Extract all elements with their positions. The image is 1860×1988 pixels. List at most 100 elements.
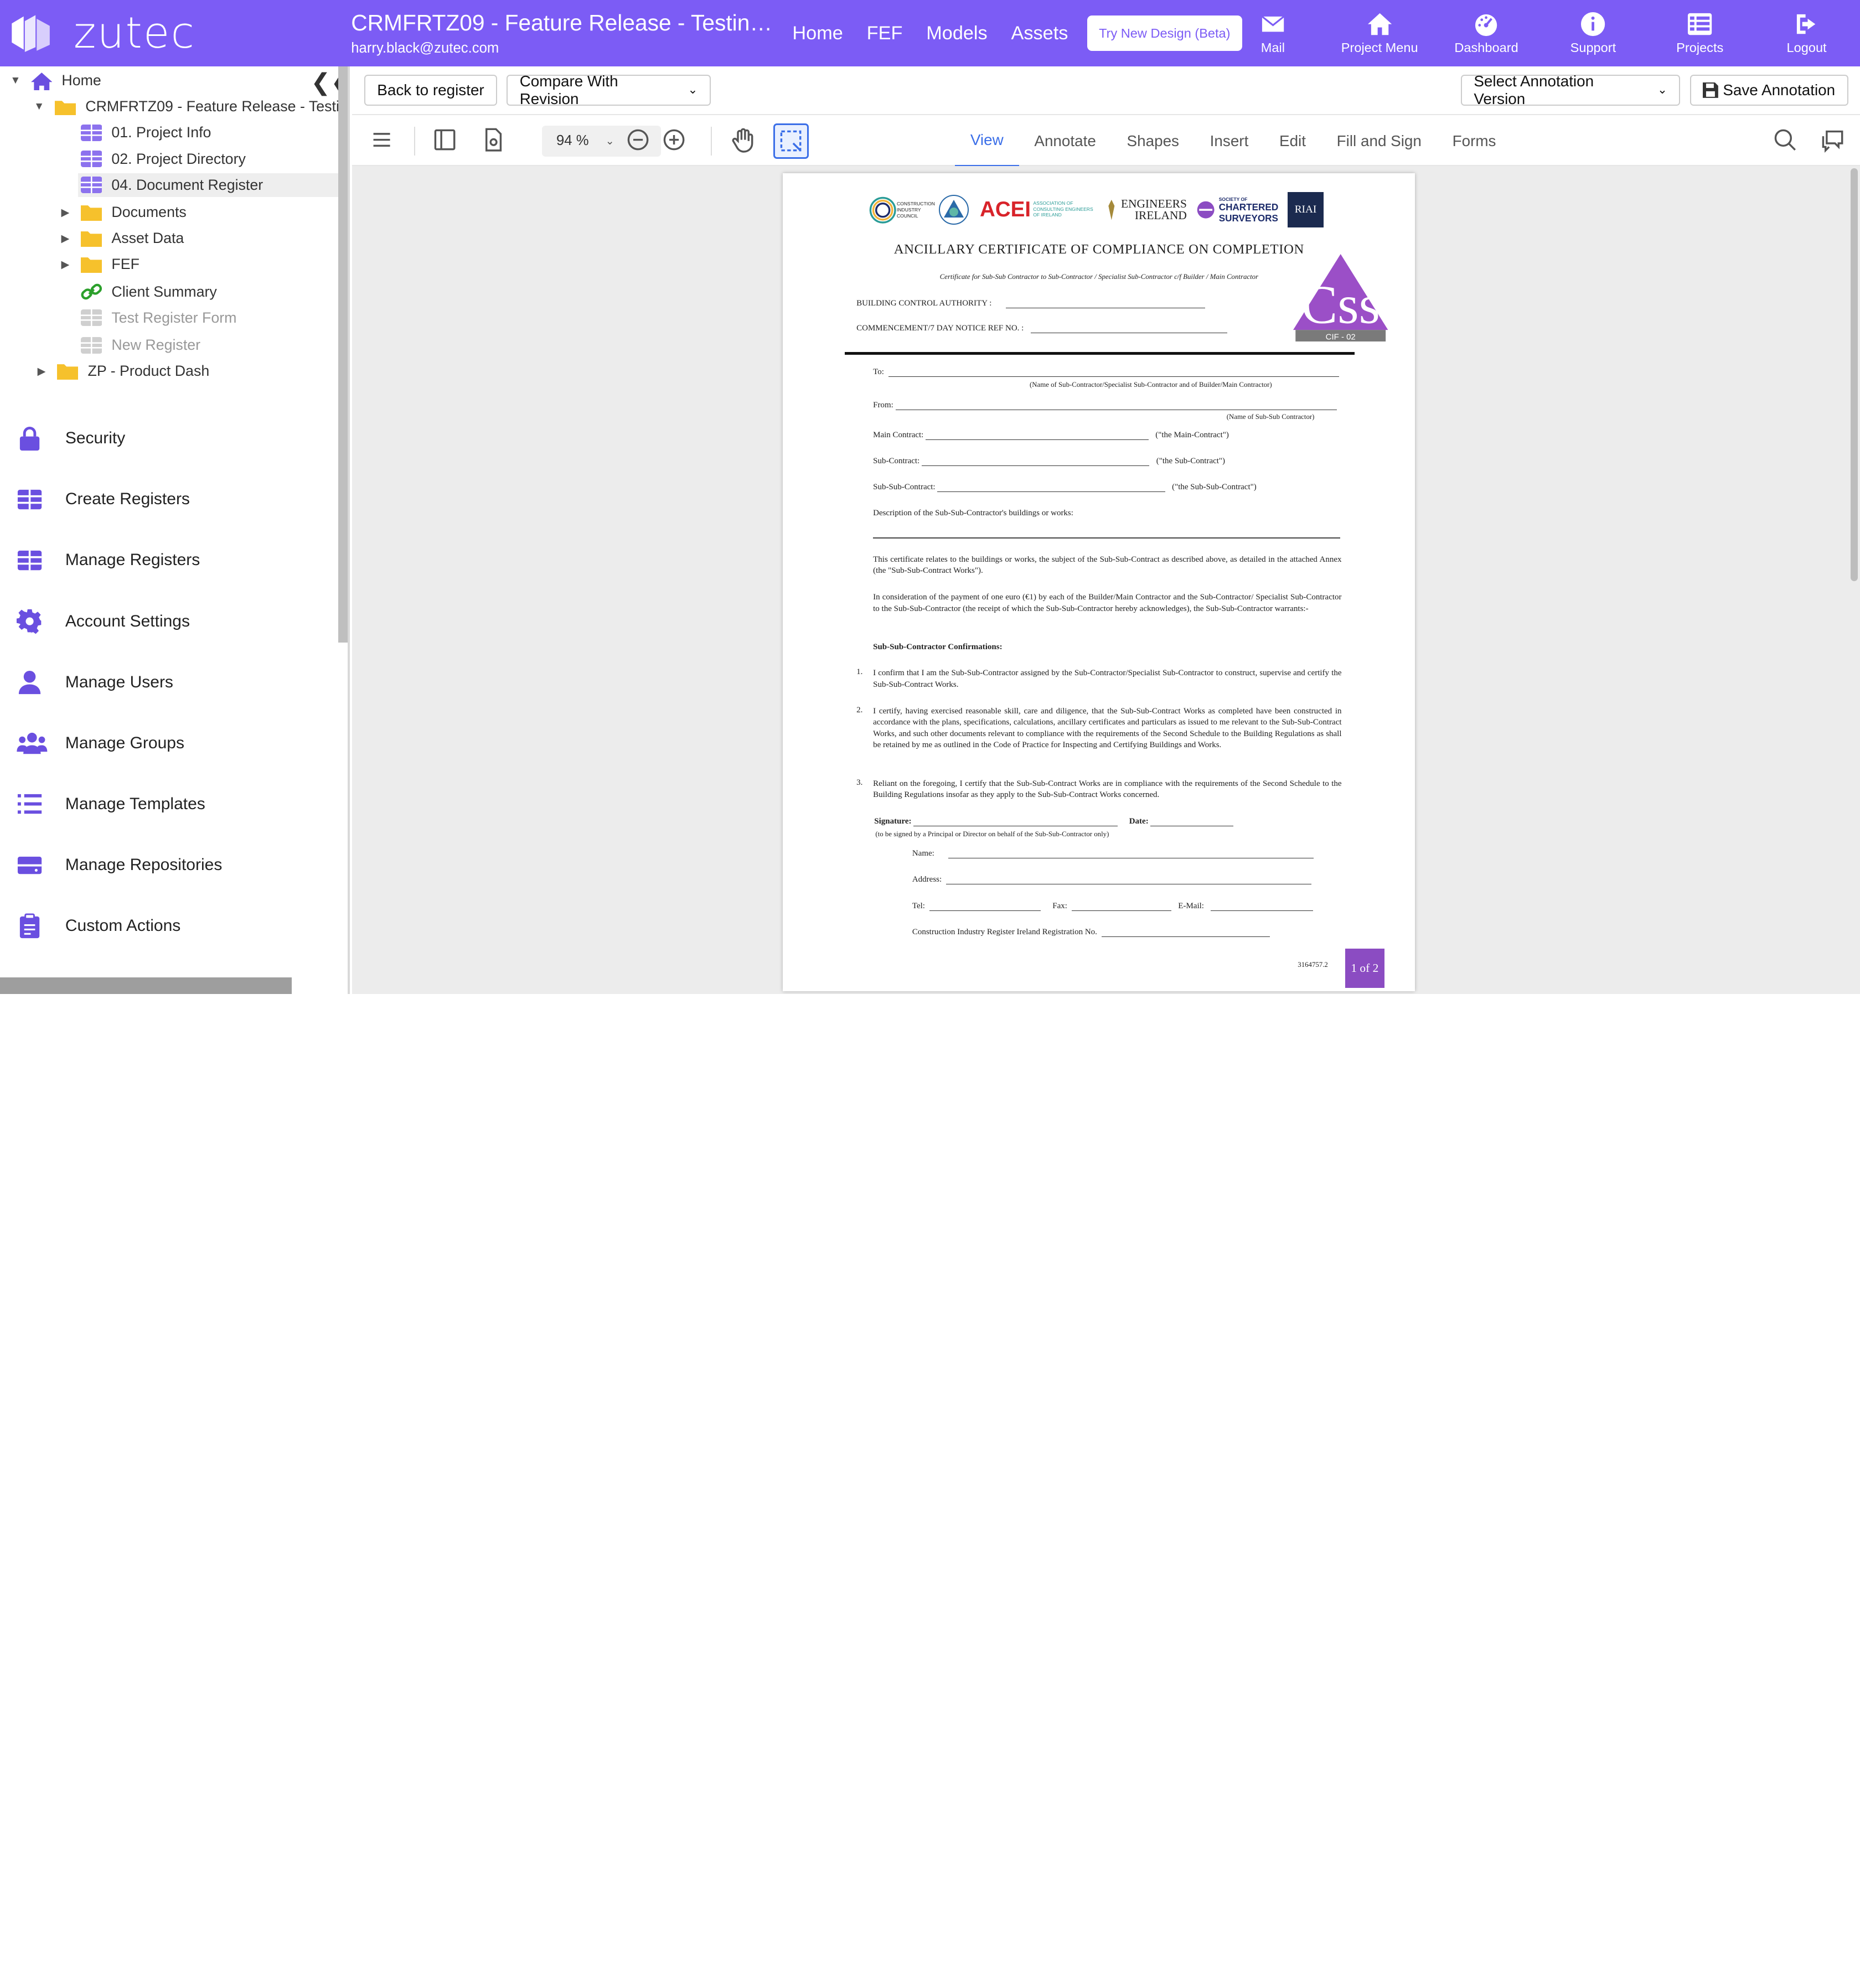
fax-label: Fax: [1052, 901, 1067, 910]
sidebar-horizontal-scrollbar[interactable] [0, 977, 292, 994]
menu-manage-registers[interactable]: Manage Registers [0, 530, 338, 591]
tree-item-project[interactable]: ▼ CRMFRTZ09 - Feature Release - Testi [33, 95, 339, 118]
pdf-tabs: View Annotate Shapes Insert Edit Fill an… [954, 115, 1512, 167]
tree-item-client-summary[interactable]: Client Summary [81, 280, 217, 304]
tree-item-label: Client Summary [111, 283, 217, 300]
tab-insert[interactable]: Insert [1195, 115, 1264, 167]
save-annotation-button[interactable]: Save Annotation [1690, 75, 1848, 106]
tree-item-new-register[interactable]: New Register [80, 333, 200, 357]
tree-item-label: CRMFRTZ09 - Feature Release - Testi [85, 98, 339, 115]
tree-item-label: ZP - Product Dash [87, 363, 210, 380]
menu-custom-actions[interactable]: Custom Actions [0, 895, 338, 956]
scs-line-2: CHARTERED [1218, 201, 1279, 213]
caret-right-icon[interactable]: ▶ [35, 365, 47, 378]
toggle-panel-button[interactable] [432, 127, 458, 153]
clipboard-icon [19, 913, 40, 938]
back-to-register-button[interactable]: Back to register [364, 75, 498, 106]
engineers-badge-logo [938, 195, 969, 225]
tree-item-label: 04. Document Register [111, 176, 264, 193]
ei-line-1: ENGINEERS [1120, 196, 1187, 210]
try-new-design-button[interactable]: Try New Design (Beta) [1087, 15, 1242, 51]
caret-right-icon[interactable]: ▶ [59, 258, 71, 271]
dashboard-label: Dashboard [1454, 40, 1518, 55]
tab-shapes[interactable]: Shapes [1112, 115, 1195, 167]
user-email: harry.black@zutec.com [351, 40, 499, 56]
info-icon [1581, 12, 1605, 36]
file-gear-icon [485, 128, 502, 152]
nav-home[interactable]: Home [792, 23, 843, 44]
search-icon[interactable] [1772, 127, 1798, 153]
folder-icon [80, 205, 102, 221]
tree-item-test-register-form[interactable]: Test Register Form [80, 306, 236, 330]
main-contract-label: Main Contract: [873, 430, 924, 439]
item-2-number: 2. [856, 705, 863, 715]
date-label: Date: [1129, 817, 1149, 826]
zoom-in-button[interactable] [661, 127, 687, 153]
mail-button[interactable]: Mail [1220, 0, 1326, 66]
tree-item-home[interactable]: ▼ Home [9, 69, 101, 92]
tree-item-asset-data[interactable]: ▶ Asset Data [59, 226, 184, 250]
sidebar-vertical-scrollbar[interactable] [338, 66, 348, 643]
tab-view[interactable]: View [954, 115, 1019, 167]
document-number: 3164757.2 [1298, 960, 1328, 969]
drive-icon [17, 856, 42, 874]
nav-models[interactable]: Models [926, 23, 987, 44]
logo-text: zutec [73, 8, 196, 58]
tree-item-project-info[interactable]: 01. Project Info [80, 121, 211, 145]
tree-item-product-dash[interactable]: ▶ ZP - Product Dash [35, 359, 209, 383]
tab-forms[interactable]: Forms [1437, 115, 1512, 167]
support-button[interactable]: Support [1539, 0, 1646, 66]
action-bar: Back to register Compare With Revision ⌄… [352, 66, 1860, 114]
tab-edit[interactable]: Edit [1264, 115, 1321, 167]
tree-item-label: Asset Data [111, 230, 184, 247]
caret-down-icon[interactable]: ▼ [33, 101, 45, 113]
caret-right-icon[interactable]: ▶ [59, 206, 71, 219]
comments-icon[interactable] [1820, 127, 1846, 153]
compare-revision-select[interactable]: Compare With Revision ⌄ [507, 73, 711, 107]
menu-security[interactable]: Security [0, 408, 338, 469]
dashboard-button[interactable]: Dashboard [1433, 0, 1540, 66]
tab-fill-and-sign[interactable]: Fill and Sign [1321, 115, 1437, 167]
sidebar: ❮❮ ▼ Home ▼ CRMFRTZ09 - Feature Release … [0, 66, 350, 994]
nav-fef[interactable]: FEF [867, 23, 903, 44]
menu-manage-users[interactable]: Manage Users [0, 652, 338, 713]
project-menu-button[interactable]: Project Menu [1326, 0, 1433, 66]
caret-right-icon[interactable]: ▶ [59, 232, 71, 245]
pan-tool-button[interactable] [730, 127, 756, 153]
tab-annotate[interactable]: Annotate [1019, 115, 1112, 167]
projects-button[interactable]: Projects [1646, 0, 1753, 66]
projects-label: Projects [1676, 40, 1724, 55]
tree-item-project-directory[interactable]: 02. Project Directory [80, 147, 246, 171]
select-tool-button[interactable] [773, 123, 809, 159]
annotation-version-select[interactable]: Select Annotation Version ⌄ [1460, 73, 1681, 107]
signature-label: Signature: [874, 817, 912, 826]
ei-line-2: IRELAND [1134, 209, 1187, 222]
to-note: (Name of Sub-Contractor/Specialist Sub-C… [1029, 380, 1272, 389]
menu-manage-groups[interactable]: Manage Groups [0, 713, 338, 774]
viewer-scrollbar[interactable] [1850, 168, 1858, 581]
bca-field: BUILDING CONTROL AUTHORITY : [856, 299, 1205, 308]
menu-manage-templates[interactable]: Manage Templates [0, 774, 338, 835]
tree-item-documents[interactable]: ▶ Documents [59, 200, 187, 224]
tree-item-fef[interactable]: ▶ FEF [59, 252, 140, 276]
project-title[interactable]: CRMFRTZ09 - Feature Release - Testing Z.… [351, 10, 783, 36]
pdf-right-tools [1772, 127, 1846, 153]
logout-button[interactable]: Logout [1753, 0, 1860, 66]
menu-account-settings[interactable]: Account Settings [0, 591, 338, 652]
item-2-text: I certify, having exercised reasonable s… [873, 706, 1342, 750]
caret-down-icon[interactable]: ▼ [9, 75, 21, 87]
menu-button[interactable] [369, 127, 395, 153]
acei-logo-subtext: ASSOCIATION OF CONSULTING ENGINEERS OF I… [1033, 200, 1093, 218]
menu-create-registers[interactable]: Create Registers [0, 469, 338, 530]
main-contract-note: ("the Main-Contract") [1155, 430, 1229, 439]
gear-icon [17, 609, 42, 634]
document-settings-button[interactable] [480, 127, 507, 153]
zoom-out-button[interactable] [625, 127, 651, 153]
nav-assets[interactable]: Assets [1011, 23, 1068, 44]
zutec-logo[interactable]: zutec [0, 0, 344, 66]
page-number-badge: 1 of 2 [1345, 949, 1384, 988]
menu-manage-repositories[interactable]: Manage Repositories [0, 835, 338, 895]
tree-item-document-register[interactable]: 04. Document Register [78, 173, 338, 197]
menu-label: Manage Repositories [65, 856, 223, 874]
name-label: Name: [912, 849, 934, 858]
